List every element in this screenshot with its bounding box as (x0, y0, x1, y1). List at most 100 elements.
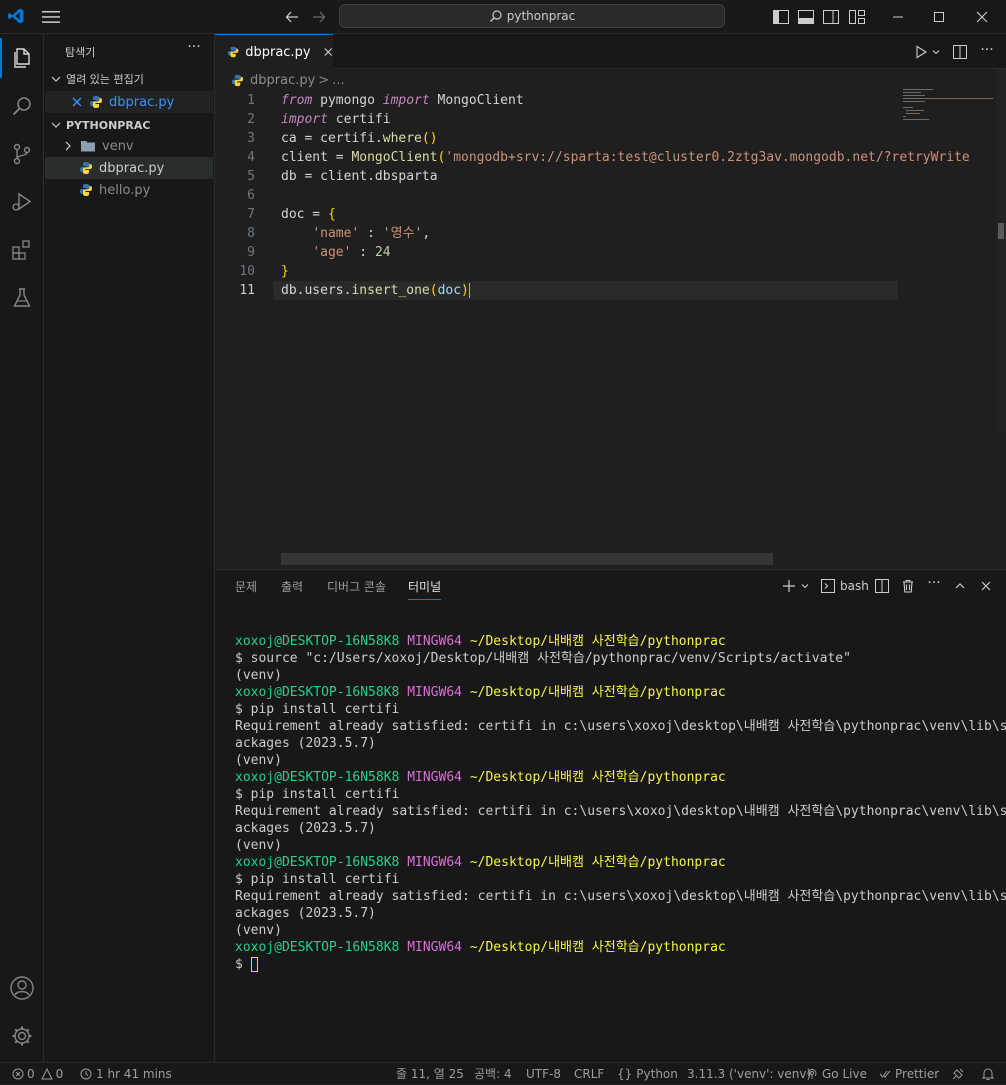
encoding[interactable]: UTF-8 (526, 1063, 561, 1085)
tree-item-dbprac[interactable]: dbprac.py (45, 157, 213, 179)
forward-arrow-icon[interactable] (307, 5, 331, 29)
prompt-part: xoxoj@DESKTOP-16N58K8 (235, 940, 400, 955)
chevron-down-icon[interactable] (799, 577, 811, 595)
tree-item-venv[interactable]: venv (44, 135, 214, 157)
more-actions-icon[interactable]: ··· (977, 42, 997, 62)
code-token: db.users. (281, 283, 352, 298)
terminal-prompt: xoxoj@DESKTOP-16N58K8 MINGW64 ~/Desktop/… (235, 633, 726, 650)
line-number: 2 (247, 112, 255, 127)
code-line[interactable]: 'age' : 24 (281, 243, 390, 262)
code-line[interactable]: db.users.insert_one(doc) (281, 281, 470, 300)
code-token: ) (461, 283, 469, 298)
terminal-selector[interactable]: bash (821, 577, 869, 595)
vertical-scrollbar[interactable] (996, 69, 1006, 431)
prompt-part: MINGW64 (399, 634, 462, 649)
prompt-part: ~/Desktop/내배캠 사전학습/pythonprac (462, 770, 726, 785)
tab-problems[interactable]: 문제 (235, 578, 257, 595)
menu-icon[interactable] (38, 5, 64, 29)
prompt-part: ~/Desktop/내배캠 사전학습/pythonprac (462, 855, 726, 870)
command-center-search[interactable]: pythonprac (339, 4, 725, 28)
code-line[interactable]: from pymongo import MongoClient (281, 91, 524, 110)
code-editor[interactable]: dbprac.py > ... 1 2 3 4 5 6 7 8 9 10 11 … (215, 69, 1006, 569)
warning-icon (40, 1068, 53, 1080)
search-sidebar-icon[interactable] (0, 84, 44, 128)
text-cursor (468, 283, 470, 298)
code-line[interactable]: db = client.dbsparta (281, 167, 438, 186)
python-file-icon (231, 74, 244, 86)
tab-dbprac[interactable]: dbprac.py (215, 34, 333, 69)
maximize-icon[interactable] (921, 5, 957, 29)
cursor-position[interactable]: 줄 11, 열 25 (396, 1063, 464, 1085)
maximize-panel-icon[interactable] (951, 577, 969, 595)
code-token: : (359, 226, 383, 241)
python-file-icon (80, 162, 92, 174)
breadcrumb-more[interactable]: ... (332, 73, 344, 88)
status-bar: 0 0 1 hr 41 mins 줄 11, 열 25 공백: 4 UTF-8 … (0, 1062, 1006, 1084)
warning-count: 0 (55, 1067, 64, 1081)
new-terminal-icon[interactable] (781, 577, 797, 595)
notifications-bell-icon[interactable] (980, 1063, 996, 1085)
prettier[interactable]: Prettier (879, 1063, 939, 1085)
close-tab-icon[interactable] (323, 46, 333, 58)
go-live[interactable]: Go Live (806, 1063, 867, 1085)
go-live-text: Go Live (822, 1067, 867, 1081)
source-control-icon[interactable] (0, 132, 44, 176)
testing-flask-icon[interactable] (0, 276, 44, 320)
minimap[interactable] (901, 87, 995, 137)
bottom-panel: 문제 출력 디버그 콘솔 터미널 bash ··· xoxoj@DESKTOP-… (215, 569, 1006, 1062)
more-actions-icon[interactable]: ··· (184, 39, 204, 59)
settings-gear-icon[interactable] (0, 1014, 44, 1058)
close-panel-icon[interactable] (977, 577, 995, 595)
toggle-primary-sidebar-icon[interactable] (770, 5, 792, 29)
terminal-line: $ pip install certifi (235, 787, 400, 802)
line-number: 10 (239, 264, 255, 279)
toggle-secondary-sidebar-icon[interactable] (820, 5, 842, 29)
accounts-icon[interactable] (0, 966, 44, 1010)
open-editor-item[interactable]: dbprac.py (45, 91, 213, 113)
python-interpreter[interactable]: 3.11.3 ('venv': venv) (687, 1063, 811, 1085)
terminal-line: $ source "c:/Users/xoxoj/Desktop/내배캠 사전학… (235, 651, 851, 666)
code-line[interactable]: 'name' : '영수', (281, 224, 430, 243)
run-python-button[interactable] (914, 42, 942, 62)
python-file-icon (80, 184, 92, 196)
breadcrumb-file[interactable]: dbprac.py (250, 73, 315, 88)
tab-terminal[interactable]: 터미널 (408, 578, 442, 600)
open-editors-header[interactable]: 열려 있는 편집기 (44, 68, 214, 90)
close-window-icon[interactable] (964, 5, 1000, 29)
code-line[interactable]: doc = { (281, 205, 336, 224)
language-mode[interactable]: {} Python (617, 1063, 678, 1085)
more-actions-icon[interactable]: ··· (924, 575, 944, 595)
extensions-icon[interactable] (0, 228, 44, 272)
prompt-part: xoxoj@DESKTOP-16N58K8 (235, 685, 400, 700)
split-terminal-icon[interactable] (873, 577, 891, 595)
customize-layout-icon[interactable] (846, 5, 868, 29)
code-line[interactable]: client = MongoClient('mongodb+srv://spar… (281, 148, 970, 167)
tab-debug-console[interactable]: 디버그 콘솔 (327, 578, 386, 595)
time-tracker[interactable]: 1 hr 41 mins (80, 1063, 172, 1085)
split-editor-icon[interactable] (950, 42, 970, 62)
code-line[interactable]: import certifi (281, 110, 391, 129)
minimize-icon[interactable] (880, 5, 916, 29)
explorer-icon[interactable] (0, 36, 44, 80)
end-of-line[interactable]: CRLF (574, 1063, 604, 1085)
run-debug-icon[interactable] (0, 180, 44, 224)
code-token: MongoClient (351, 150, 438, 165)
trash-icon[interactable] (899, 577, 917, 595)
line-number-active: 11 (239, 283, 255, 298)
code-line[interactable]: ca = certifi.where() (281, 129, 438, 148)
code-token: () (421, 131, 438, 146)
back-arrow-icon[interactable] (280, 5, 304, 29)
folder-header[interactable]: PYTHONPRAC (44, 114, 214, 136)
feedback-icon[interactable] (950, 1063, 966, 1085)
code-line[interactable]: } (281, 262, 289, 281)
tree-item-hello[interactable]: hello.py (44, 179, 214, 201)
tab-output[interactable]: 출력 (281, 578, 303, 595)
explorer-sidebar: 탐색기 ··· 열려 있는 편집기 dbprac.py PYTHONPRAC v… (44, 34, 215, 1062)
line-number: 5 (247, 169, 255, 184)
terminal-name: bash (840, 579, 869, 593)
close-icon[interactable] (71, 96, 83, 108)
toggle-panel-icon[interactable] (795, 5, 817, 29)
horizontal-scrollbar[interactable] (281, 553, 773, 565)
problems-status[interactable]: 0 0 (12, 1063, 63, 1085)
indentation[interactable]: 공백: 4 (474, 1063, 512, 1085)
